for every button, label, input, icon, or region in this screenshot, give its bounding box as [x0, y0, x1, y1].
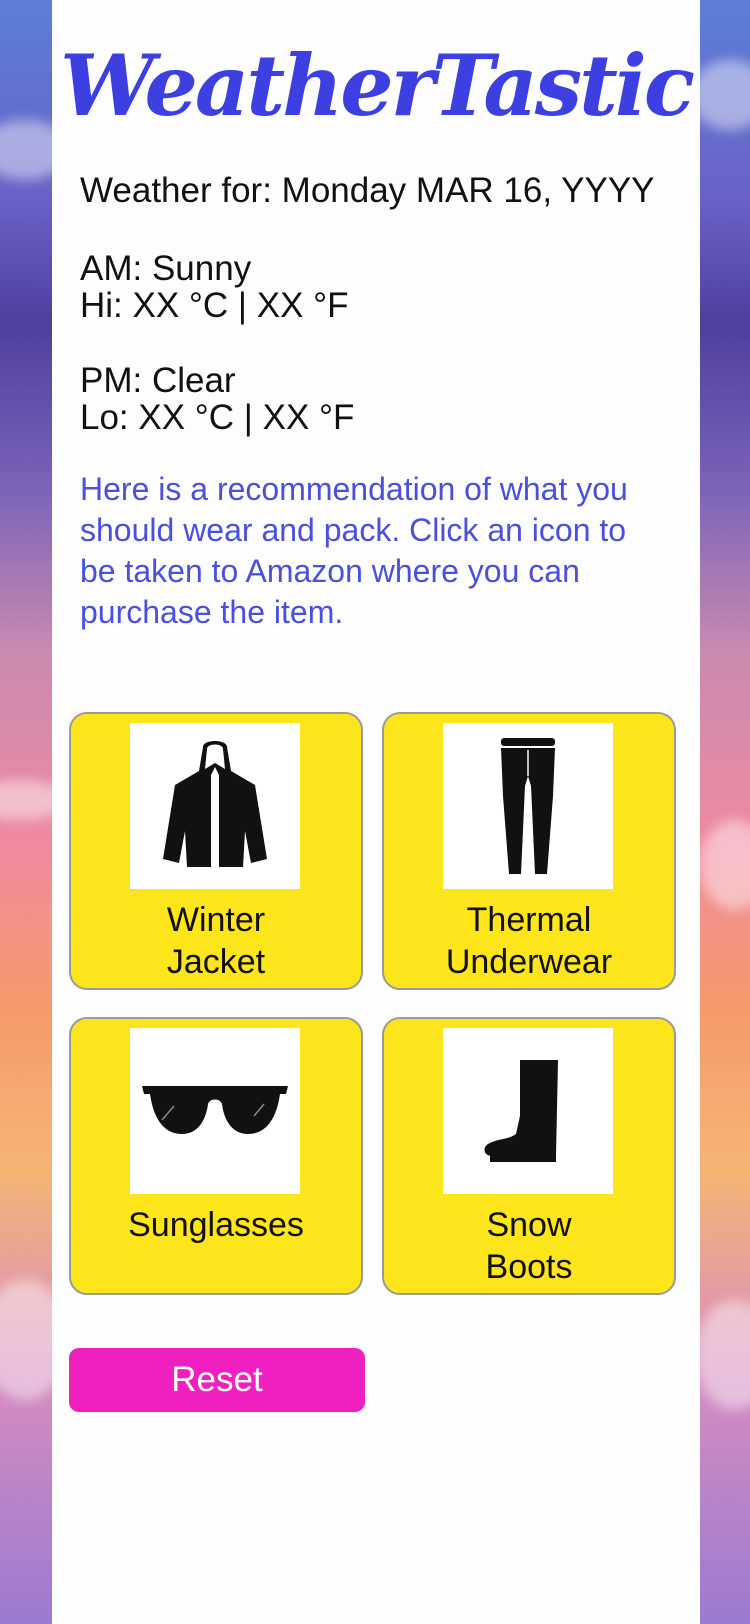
- app-logo: WeatherTastic: [60, 36, 695, 135]
- lo-temperature: Lo: XX °C | XX °F: [80, 398, 355, 437]
- item-card-thermal-underwear[interactable]: Thermal Underwear: [382, 712, 676, 990]
- jacket-icon: [163, 741, 267, 867]
- item-card-winter-jacket[interactable]: Winter Jacket: [69, 712, 363, 990]
- boot-icon: [484, 1060, 558, 1162]
- item-label-line: Underwear: [445, 943, 613, 981]
- sunglasses-icon: [142, 1086, 288, 1134]
- leggings-icon: [501, 738, 555, 874]
- pm-condition: PM: Clear: [80, 361, 236, 400]
- recommendation-text: Here is a recommendation of what you sho…: [80, 471, 628, 630]
- item-thumbnail: [130, 1028, 300, 1194]
- hi-temperature: Hi: XX °C | XX °F: [80, 286, 349, 325]
- reset-button[interactable]: Reset: [69, 1348, 365, 1412]
- item-label-line: Snow: [486, 1206, 572, 1244]
- sky-cloud: [695, 1300, 750, 1410]
- item-thumbnail: [443, 723, 613, 889]
- item-thumbnail: [443, 1028, 613, 1194]
- item-label-line: Jacket: [166, 943, 266, 981]
- item-label: Snow Boots: [384, 1204, 674, 1288]
- item-label: Sunglasses: [71, 1204, 361, 1246]
- item-label-line: Thermal: [466, 901, 592, 939]
- pm-forecast: PM: Clear Lo: XX °C | XX °F: [80, 362, 354, 436]
- item-label-line: Winter: [166, 901, 266, 939]
- am-condition: AM: Sunny: [80, 249, 252, 288]
- sky-cloud: [700, 820, 750, 910]
- weather-date: Weather for: Monday MAR 16, YYYY: [80, 171, 655, 210]
- am-forecast: AM: Sunny Hi: XX °C | XX °F: [80, 250, 349, 324]
- item-label-line: Sunglasses: [128, 1206, 304, 1244]
- item-card-sunglasses[interactable]: Sunglasses: [69, 1017, 363, 1295]
- item-label-line: Boots: [485, 1248, 573, 1286]
- item-label: Winter Jacket: [71, 899, 361, 983]
- item-card-snow-boots[interactable]: Snow Boots: [382, 1017, 676, 1295]
- item-thumbnail: [130, 723, 300, 889]
- item-label: Thermal Underwear: [384, 899, 674, 983]
- main-panel: WeatherTastic Weather for: Monday MAR 16…: [52, 0, 700, 1624]
